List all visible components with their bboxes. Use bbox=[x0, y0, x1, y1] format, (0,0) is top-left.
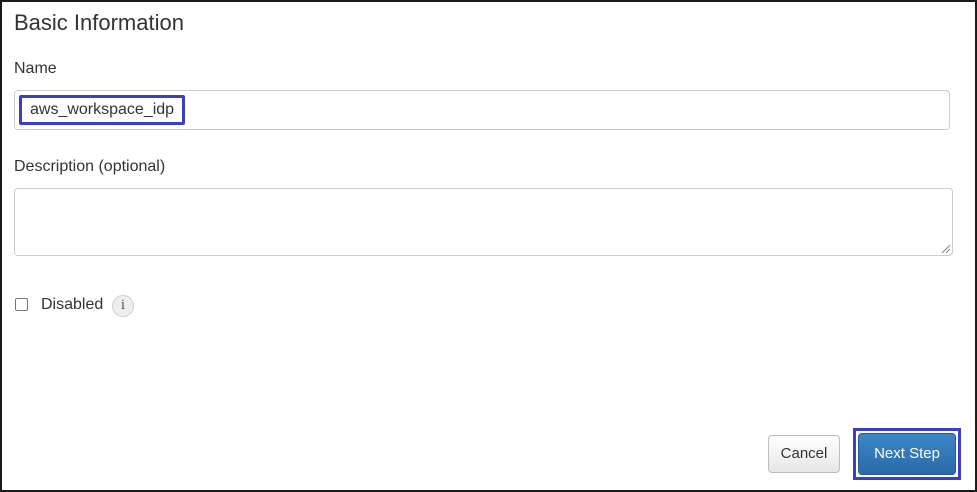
basic-information-panel: Basic Information Name aws_workspace_idp… bbox=[0, 0, 977, 492]
info-icon[interactable]: i bbox=[112, 295, 134, 317]
section-title: Basic Information bbox=[14, 10, 184, 35]
next-step-button[interactable]: Next Step bbox=[858, 433, 956, 475]
description-label: Description (optional) bbox=[14, 158, 166, 175]
name-input[interactable]: aws_workspace_idp bbox=[14, 90, 950, 130]
description-textarea[interactable] bbox=[14, 188, 953, 256]
disabled-label[interactable]: Disabled bbox=[41, 296, 103, 314]
disabled-checkbox[interactable] bbox=[15, 298, 28, 311]
resize-grip-icon[interactable] bbox=[940, 243, 950, 253]
cancel-button[interactable]: Cancel bbox=[768, 435, 840, 473]
name-label: Name bbox=[14, 60, 57, 77]
name-input-value: aws_workspace_idp bbox=[19, 95, 186, 125]
